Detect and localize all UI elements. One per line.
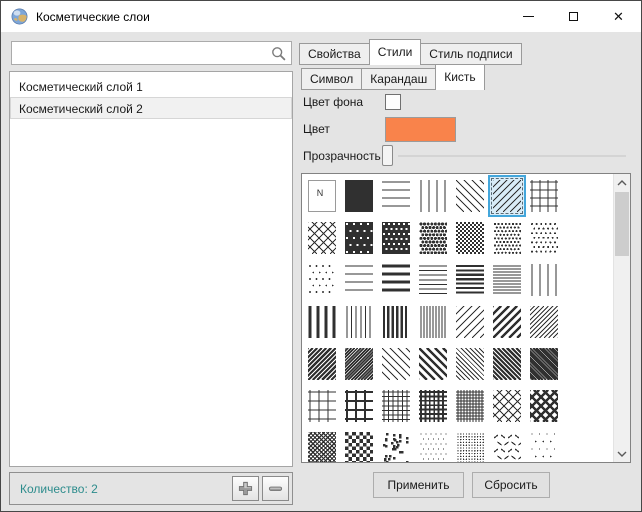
pattern-swatch-dense-upward-diagonal[interactable] xyxy=(530,306,558,338)
dialog-cosmetic-layers: Косметические слои ✕ Косметический слой … xyxy=(0,0,642,512)
pattern-swatch-dark-downward-diagonal[interactable] xyxy=(419,348,447,380)
maximize-icon xyxy=(569,12,578,21)
pattern-swatch-dark-vertical[interactable] xyxy=(308,306,336,338)
pattern-swatch-light-downward-diagonal[interactable] xyxy=(382,348,410,380)
layer-count-bar: Количество: 2 xyxy=(9,472,293,505)
fill-color-swatch[interactable] xyxy=(385,117,456,142)
pattern-swatch-sparse-diagonal-dots[interactable] xyxy=(419,432,447,463)
pattern-swatch-percent-30[interactable] xyxy=(493,222,521,254)
layer-search-box xyxy=(11,41,292,65)
title-bar: Косметические слои ✕ xyxy=(1,1,641,32)
pattern-swatch-percent-70[interactable] xyxy=(419,222,447,254)
pattern-swatch-diagonal-dashes[interactable] xyxy=(493,432,521,463)
tab-main-1[interactable]: Свойства xyxy=(299,43,370,65)
minimize-icon xyxy=(523,16,534,17)
pattern-swatch-percent-10[interactable] xyxy=(308,264,336,296)
search-icon xyxy=(271,46,286,61)
pattern-swatch-dark-horizontal[interactable] xyxy=(382,264,410,296)
add-layer-button[interactable] xyxy=(232,476,259,501)
pattern-swatch-percent-90[interactable] xyxy=(345,222,373,254)
pattern-swatch-dotted-grid[interactable] xyxy=(456,432,484,463)
pattern-swatch-backward-diagonal[interactable] xyxy=(493,180,521,212)
tab-style-2[interactable]: Карандаш xyxy=(361,68,436,90)
pattern-swatch-small-grid[interactable] xyxy=(382,390,410,422)
pattern-swatch-narrow-horizontal[interactable] xyxy=(419,264,447,296)
pattern-swatch-dense-dark-vertical[interactable] xyxy=(382,306,410,338)
globe-icon xyxy=(11,8,28,25)
tab-style-1[interactable]: Символ xyxy=(301,68,362,90)
pattern-swatch-horizontal[interactable] xyxy=(382,180,410,212)
pattern-swatch-very-dense-downward-diagonal[interactable] xyxy=(530,348,558,380)
pattern-swatch-dense-downward-diagonal[interactable] xyxy=(456,348,484,380)
apply-button[interactable]: Применить xyxy=(373,472,464,498)
pattern-swatch-narrow-vertical[interactable] xyxy=(345,306,373,338)
pattern-swatch-none[interactable]: N xyxy=(308,180,336,212)
pattern-swatch-cross[interactable] xyxy=(530,180,558,212)
close-icon: ✕ xyxy=(613,10,624,23)
plus-icon xyxy=(237,480,254,497)
pattern-swatch-random-noise[interactable] xyxy=(382,432,410,463)
pattern-swatch-percent-25[interactable] xyxy=(530,222,558,254)
close-button[interactable]: ✕ xyxy=(596,1,641,32)
pattern-swatch-dense-dark-horizontal[interactable] xyxy=(456,264,484,296)
pattern-swatch-dense-dark-upward-diagonal[interactable] xyxy=(308,348,336,380)
scroll-down-button[interactable] xyxy=(614,445,630,462)
pattern-swatch-dark-upward-diagonal[interactable] xyxy=(493,306,521,338)
layer-count-label: Количество: 2 xyxy=(20,482,98,496)
bg-color-label: Цвет фона xyxy=(303,94,363,110)
pattern-swatch-dense-small-grid[interactable] xyxy=(419,390,447,422)
tab-main-2[interactable]: Стили xyxy=(369,39,422,65)
main-tab-strip: СвойстваСтилиСтиль подписи xyxy=(299,39,521,65)
pattern-swatch-light-diagonal-cross[interactable] xyxy=(493,390,521,422)
tab-main-3[interactable]: Стиль подписи xyxy=(420,43,521,65)
pattern-swatch-large-grid[interactable] xyxy=(308,390,336,422)
transparency-label: Прозрачность xyxy=(303,148,381,164)
reset-button[interactable]: Сбросить xyxy=(472,472,550,498)
scrollbar-thumb[interactable] xyxy=(615,192,629,256)
pattern-swatch-diagonal-cross[interactable] xyxy=(308,222,336,254)
pattern-swatch-dense-diagonal-cross[interactable] xyxy=(308,432,336,463)
pattern-swatch-light-horizontal[interactable] xyxy=(345,264,373,296)
remove-layer-button[interactable] xyxy=(262,476,289,501)
chevron-down-icon xyxy=(616,450,628,458)
pattern-swatch-very-dense-vertical[interactable] xyxy=(419,306,447,338)
brush-pattern-panel: N xyxy=(301,173,631,463)
pattern-swatch-very-dense-horizontal[interactable] xyxy=(493,264,521,296)
layer-list-item[interactable]: Косметический слой 2 xyxy=(10,97,292,119)
fill-color-label: Цвет xyxy=(303,121,330,137)
maximize-button[interactable] xyxy=(551,1,596,32)
pattern-swatch-light-vertical[interactable] xyxy=(530,264,558,296)
layer-list: Косметический слой 1Косметический слой 2 xyxy=(9,71,293,467)
bg-color-checkbox[interactable] xyxy=(385,94,401,110)
pattern-swatch-percent-60[interactable] xyxy=(456,222,484,254)
tab-style-3[interactable]: Кисть xyxy=(435,64,484,90)
pattern-swatch-light-upward-diagonal[interactable] xyxy=(456,306,484,338)
layer-list-item[interactable]: Косметический слой 1 xyxy=(10,75,292,97)
transparency-slider[interactable] xyxy=(398,155,626,157)
pattern-swatch-forward-diagonal[interactable] xyxy=(456,180,484,212)
scroll-up-button[interactable] xyxy=(614,174,630,191)
search-input[interactable] xyxy=(16,42,271,64)
pattern-scrollbar[interactable] xyxy=(613,174,630,462)
pattern-swatch-vertical[interactable] xyxy=(419,180,447,212)
window-title: Косметические слои xyxy=(36,10,150,24)
pattern-swatch-solid[interactable] xyxy=(345,180,373,212)
pattern-swatch-percent-80[interactable] xyxy=(382,222,410,254)
chevron-up-icon xyxy=(616,179,628,187)
minimize-button[interactable] xyxy=(506,1,551,32)
pattern-swatch-large-checker[interactable] xyxy=(345,432,373,463)
pattern-swatch-dark-large-grid[interactable] xyxy=(345,390,373,422)
pattern-swatch-very-dense-upward-diagonal[interactable] xyxy=(345,348,373,380)
pattern-swatch-dark-diagonal-cross[interactable] xyxy=(530,390,558,422)
window-controls: ✕ xyxy=(506,1,641,32)
pattern-swatch-dense-dark-downward-diagonal[interactable] xyxy=(493,348,521,380)
brush-pattern-grid: N xyxy=(308,180,558,463)
minus-icon xyxy=(267,480,284,497)
style-tab-strip: СимволКарандашКисть xyxy=(301,64,484,90)
pattern-swatch-sparse-dots[interactable] xyxy=(530,432,558,463)
svg-text:N: N xyxy=(317,188,324,198)
pattern-swatch-very-dense-grid[interactable] xyxy=(456,390,484,422)
transparency-slider-thumb[interactable] xyxy=(382,145,393,166)
